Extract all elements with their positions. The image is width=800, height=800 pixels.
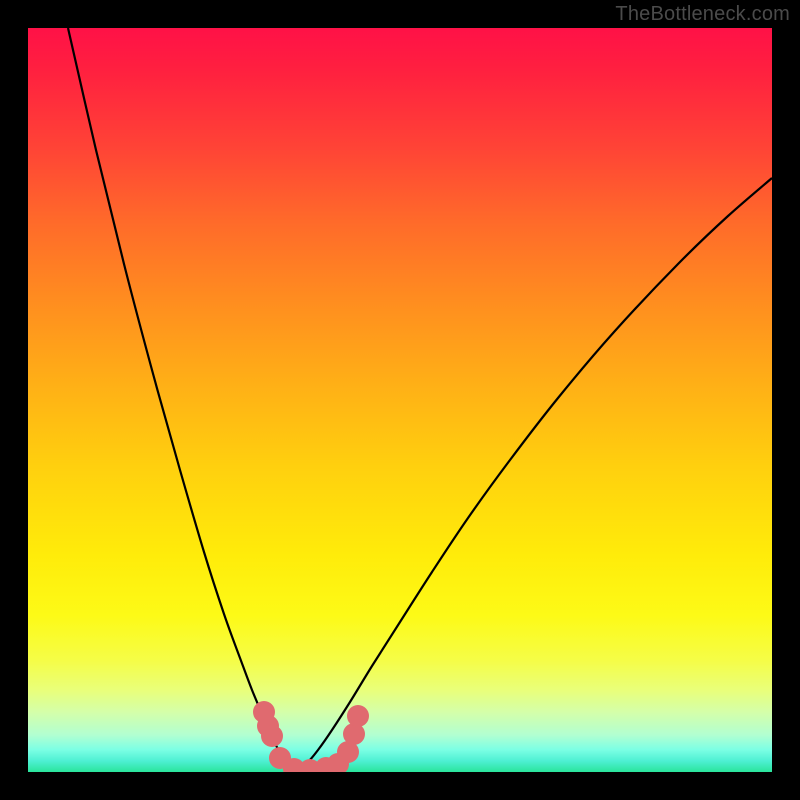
plot-area <box>28 28 772 772</box>
bottom-cluster-points <box>253 701 369 772</box>
cluster-point <box>347 705 369 727</box>
bottleneck-curve-svg <box>28 28 772 772</box>
curve-right-branch <box>296 178 772 770</box>
cluster-point <box>261 725 283 747</box>
watermark-text: TheBottleneck.com <box>615 3 790 26</box>
curve-left-branch <box>68 28 296 770</box>
outer-frame: TheBottleneck.com <box>0 0 800 800</box>
